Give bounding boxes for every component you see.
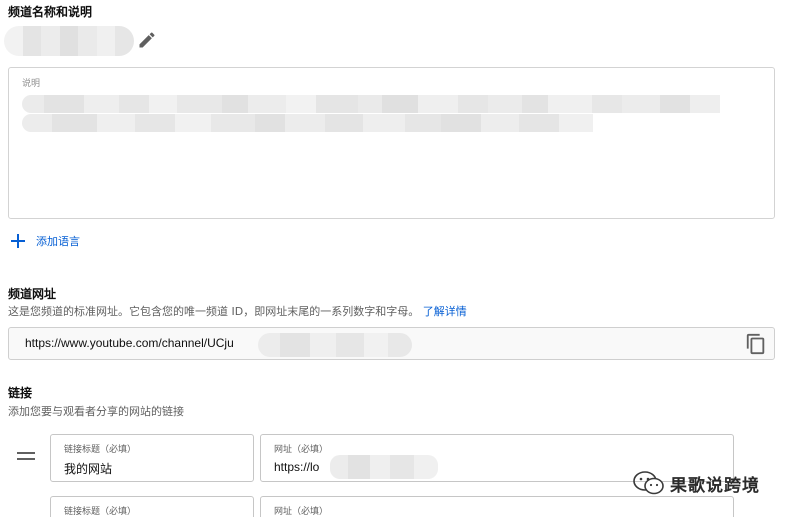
link-title-label-2: 链接标题（必填） (64, 507, 137, 517)
wechat-icon (633, 471, 664, 495)
description-text-blurred-2 (22, 114, 610, 132)
channel-name-blurred (4, 26, 134, 56)
drag-handle-icon[interactable] (17, 452, 35, 464)
link-url-label-2: 网址（必填） (274, 507, 329, 517)
description-text-blurred (22, 95, 740, 113)
pencil-icon[interactable] (137, 30, 157, 50)
link-title-value: 我的网站 (64, 462, 113, 476)
plus-icon (10, 233, 26, 249)
watermark: 果歌说跨境 (632, 470, 760, 496)
link-url-value: https://lo (274, 460, 320, 474)
add-language-button[interactable]: 添加语言 (10, 233, 80, 249)
links-section-title: 链接 (8, 386, 33, 400)
links-description: 添加您要与观看者分享的网站的链接 (8, 405, 184, 418)
link-title-label: 链接标题（必填） (64, 445, 137, 455)
channel-url-blurred (258, 333, 412, 357)
link-title-field[interactable]: 链接标题（必填） 我的网站 (50, 434, 254, 482)
channel-url-description-text: 这是您频道的标准网址。它包含您的唯一频道 ID，即网址末尾的一系列数字和字母。 (8, 305, 420, 318)
add-language-label: 添加语言 (36, 235, 80, 248)
link-url-blurred (330, 455, 438, 479)
channel-url-value: https://www.youtube.com/channel/UCju (25, 336, 234, 350)
learn-more-link[interactable]: 了解详情 (423, 305, 467, 318)
channel-url-section-title: 频道网址 (8, 287, 57, 301)
copy-icon[interactable] (745, 333, 767, 355)
link-url-field-2[interactable]: 网址（必填） (260, 496, 734, 517)
description-label: 说明 (22, 79, 41, 89)
channel-name-section-title: 频道名称和说明 (8, 5, 93, 19)
watermark-text: 果歌说跨境 (670, 475, 760, 496)
description-textarea[interactable] (8, 67, 775, 219)
link-title-field-2[interactable]: 链接标题（必填） (50, 496, 254, 517)
link-url-label: 网址（必填） (274, 445, 329, 455)
channel-url-description: 这是您频道的标准网址。它包含您的唯一频道 ID，即网址末尾的一系列数字和字母。 … (8, 303, 467, 319)
